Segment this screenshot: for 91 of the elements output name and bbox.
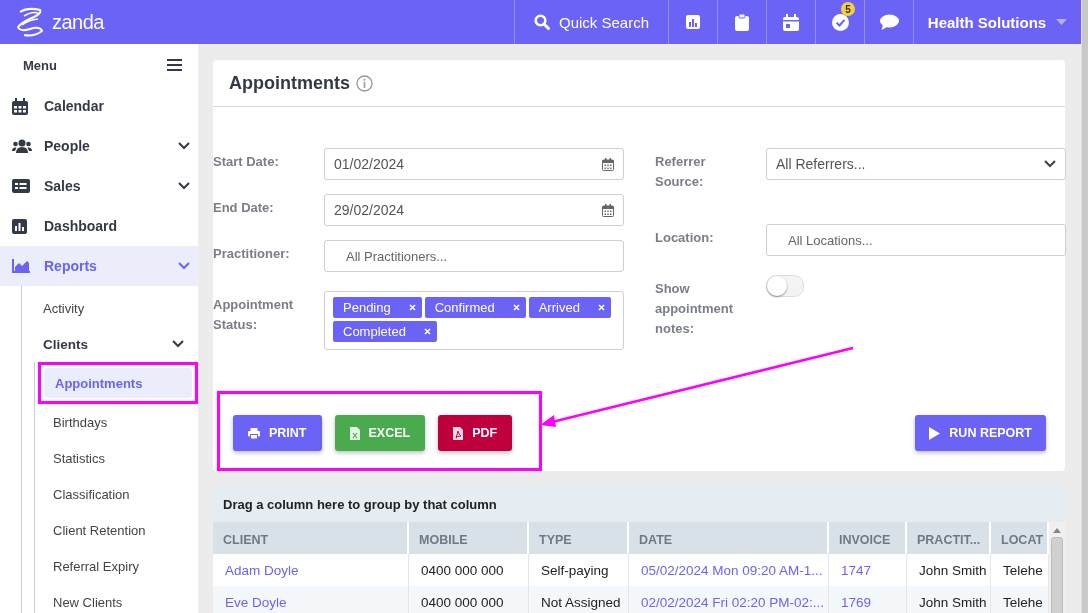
sidebar-subitem[interactable]: Clients bbox=[22, 326, 198, 362]
quick-search-button[interactable]: Quick Search bbox=[514, 0, 668, 44]
sidebar-subitem[interactable]: Birthdays bbox=[35, 404, 198, 440]
scrollbar-thumb[interactable] bbox=[1051, 537, 1063, 613]
calendar-icon bbox=[783, 13, 799, 31]
date-value: 01/02/2024 bbox=[334, 156, 405, 172]
chevron-icon bbox=[1044, 160, 1056, 168]
field-label: Start Date: bbox=[213, 153, 280, 171]
dropdown-value: All Referrers... bbox=[776, 156, 866, 172]
status-tag[interactable]: Arrived bbox=[528, 297, 611, 318]
date-field[interactable]: 01/02/2024 bbox=[324, 148, 624, 180]
date-value: 29/02/2024 bbox=[334, 202, 405, 218]
count-badge: 5 bbox=[841, 2, 855, 16]
sidebar-subitem[interactable]: Classification bbox=[35, 476, 198, 512]
logo-icon bbox=[14, 7, 46, 37]
table-link[interactable]: Eve Doyle bbox=[213, 586, 409, 613]
calendar-icon bbox=[12, 97, 28, 115]
sidebar-subitem[interactable]: Referral Expiry bbox=[35, 548, 198, 584]
people-icon bbox=[12, 139, 32, 153]
group-hint: Drag a column here to group by that column bbox=[222, 496, 498, 514]
page-scrollbar[interactable] bbox=[1081, 0, 1088, 613]
table-cell: Self-paying bbox=[529, 554, 629, 586]
table-link[interactable]: Adam Doyle bbox=[213, 554, 409, 586]
receipt-icon bbox=[12, 179, 30, 193]
menu-title: Menu bbox=[23, 57, 57, 73]
caret-icon bbox=[1056, 19, 1068, 25]
status-tag[interactable]: Confirmed bbox=[424, 297, 526, 318]
field-label: Show appointment notes: bbox=[655, 280, 734, 338]
field-label: Location: bbox=[655, 229, 715, 247]
status-tag[interactable]: Completed bbox=[333, 321, 437, 342]
printer-icon bbox=[248, 427, 260, 439]
table-cell: Not Assigned bbox=[529, 586, 629, 613]
input-field[interactable]: All Locations... bbox=[766, 224, 1066, 256]
field-label: Practitioner: bbox=[213, 245, 291, 263]
table-cell: 0400 000 000 bbox=[409, 554, 529, 586]
status-tag[interactable]: Pending bbox=[333, 297, 422, 318]
chart-icon bbox=[12, 218, 27, 234]
sidebar-item[interactable]: Calendar bbox=[0, 86, 198, 126]
spreadsheet-file-icon bbox=[349, 426, 360, 440]
sidebar-item[interactable]: Dashboard bbox=[0, 206, 198, 246]
table-cell: John Smith bbox=[907, 586, 991, 613]
toggle-switch[interactable] bbox=[766, 275, 804, 297]
table-cell: John Smith bbox=[907, 554, 991, 586]
check-circle-icon bbox=[831, 13, 849, 31]
remove-icon[interactable] bbox=[408, 304, 416, 311]
menu-icon[interactable] bbox=[167, 59, 182, 71]
input-field[interactable]: All Practitioners... bbox=[324, 240, 624, 272]
play-icon bbox=[929, 426, 941, 440]
search-icon bbox=[533, 14, 550, 30]
table-link[interactable]: 1769 bbox=[829, 586, 907, 613]
chart-icon bbox=[685, 14, 701, 30]
clipboard-icon bbox=[735, 13, 749, 31]
field-label: End Date: bbox=[213, 199, 275, 217]
table-link[interactable]: 05/02/2024 Mon 09:20 AM-1... bbox=[629, 554, 829, 586]
page-title: Appointments bbox=[229, 72, 350, 94]
sidebar-subitem[interactable]: Activity bbox=[22, 290, 198, 326]
area-chart-icon bbox=[12, 259, 30, 273]
export-button[interactable]: EXCEL bbox=[334, 415, 426, 451]
pdf-file-icon bbox=[453, 426, 464, 440]
sidebar-subitem[interactable]: Statistics bbox=[35, 440, 198, 476]
table-link[interactable]: 1747 bbox=[829, 554, 907, 586]
logo-text: zanda bbox=[52, 10, 104, 34]
calendar-icon bbox=[602, 203, 614, 217]
dropdown-field[interactable]: All Referrers... bbox=[766, 148, 1066, 180]
calendar-icon bbox=[602, 157, 614, 171]
export-button[interactable]: PDF bbox=[438, 415, 513, 451]
table-link[interactable]: 02/02/2024 Fri 02:20 PM-02:... bbox=[629, 586, 829, 613]
toolbar-button[interactable]: 5 bbox=[815, 0, 864, 44]
field-label: Appointment Status: bbox=[213, 296, 295, 334]
sidebar-item[interactable]: Reports bbox=[0, 246, 198, 286]
field-label: Referrer Source: bbox=[655, 153, 707, 191]
placeholder-text: All Locations... bbox=[787, 232, 873, 248]
sidebar-subitem[interactable]: Client Retention bbox=[35, 512, 198, 548]
table-cell: Telehe bbox=[991, 586, 1049, 613]
table-cell: Telehe bbox=[991, 554, 1049, 586]
table-cell: 0400 000 000 bbox=[409, 586, 529, 613]
chat-icon bbox=[879, 14, 899, 30]
scroll-up-icon[interactable] bbox=[1053, 528, 1061, 533]
sidebar-item[interactable]: People bbox=[0, 126, 198, 166]
sidebar-item[interactable]: Sales bbox=[0, 166, 198, 206]
info-icon[interactable] bbox=[356, 74, 373, 92]
remove-icon[interactable] bbox=[512, 304, 520, 311]
placeholder-text: All Practitioners... bbox=[345, 248, 448, 264]
sidebar-subitem[interactable]: Appointments bbox=[44, 368, 192, 398]
remove-icon[interactable] bbox=[423, 328, 431, 335]
tag-field[interactable]: Pending Confirmed Arrived Completed bbox=[324, 291, 624, 350]
date-field[interactable]: 29/02/2024 bbox=[324, 194, 624, 226]
export-button[interactable]: PRINT bbox=[233, 415, 322, 451]
run-report-button[interactable]: RUN REPORT bbox=[915, 415, 1046, 451]
remove-icon[interactable] bbox=[597, 304, 605, 311]
sidebar-subitem[interactable]: New Clients bbox=[35, 584, 198, 613]
